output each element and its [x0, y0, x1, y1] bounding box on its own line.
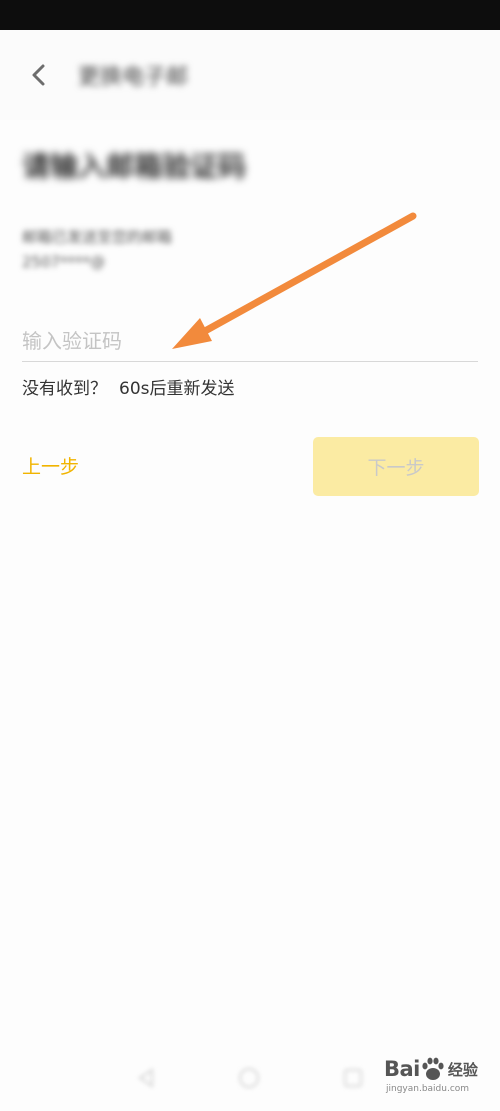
masked-email: 2507****@ — [22, 253, 106, 271]
page-title: 请输入邮箱验证码 — [22, 150, 247, 183]
sent-to-hint: 邮箱已发送至您的邮箱 — [22, 228, 173, 246]
watermark-domain: jingyan.baidu.com — [386, 1084, 470, 1094]
nav-recent-button[interactable] — [340, 1065, 366, 1091]
nav-home-button[interactable] — [236, 1065, 262, 1091]
status-bar — [0, 0, 500, 30]
nav-back-button[interactable] — [134, 1065, 160, 1091]
next-step-button[interactable]: 下一步 — [313, 437, 479, 496]
verification-code-input[interactable] — [22, 320, 478, 362]
baidu-jingyan-watermark: Bai 经验 jingyan.baidu.com — [384, 1052, 496, 1106]
back-button[interactable] — [22, 58, 56, 92]
not-received-label: 没有收到？ — [22, 379, 107, 399]
paw-icon — [422, 1057, 444, 1080]
app-bar-title: 更换电子邮 — [78, 65, 189, 90]
back-chevron-icon — [32, 64, 45, 86]
previous-step-button[interactable]: 上一步 — [22, 452, 79, 479]
resend-countdown: 60s后重新发送 — [119, 379, 235, 399]
watermark-logo-prefix: Bai — [384, 1057, 420, 1081]
watermark-logo-suffix: 经验 — [447, 1060, 478, 1079]
nav-back-icon — [138, 1068, 153, 1088]
nav-home-icon — [239, 1068, 259, 1088]
watermark-logo: Bai 经验 — [384, 1052, 496, 1086]
resend-row: 没有收到？ 60s后重新发送 — [22, 374, 235, 399]
nav-recent-icon — [344, 1069, 362, 1087]
app-bar: 更换电子邮 — [0, 30, 500, 120]
